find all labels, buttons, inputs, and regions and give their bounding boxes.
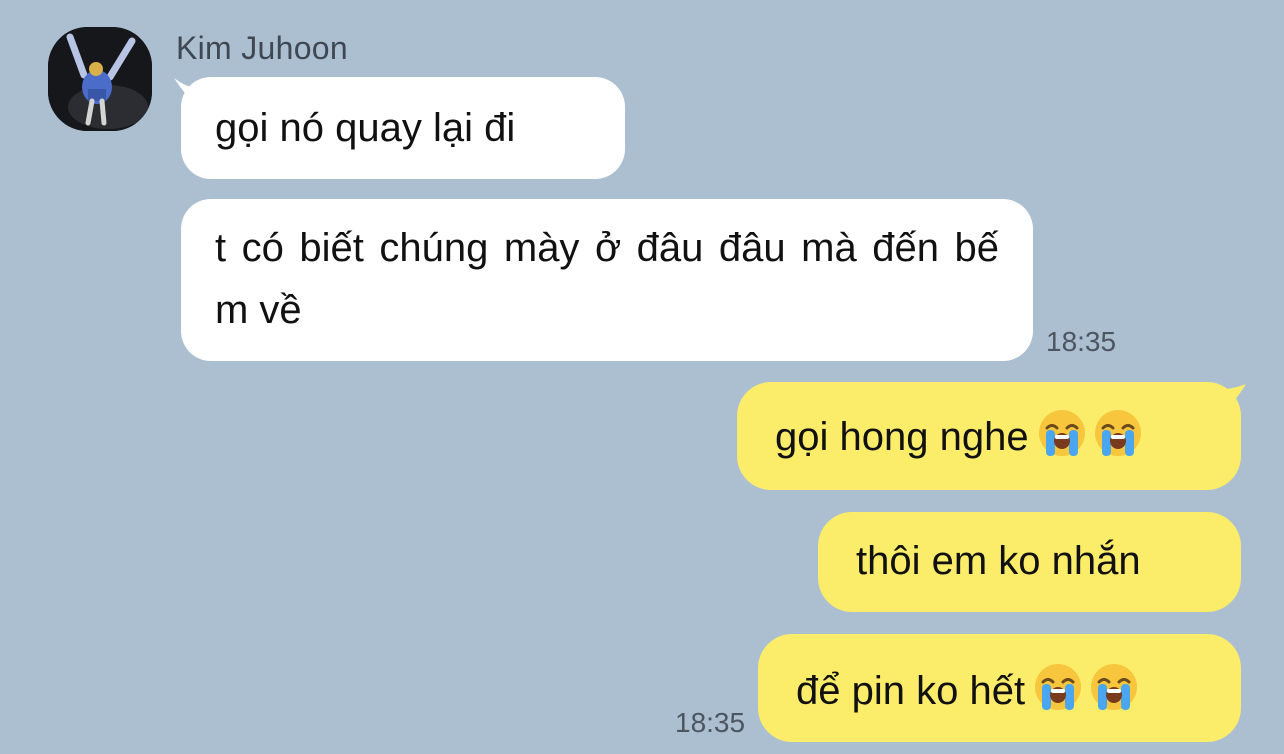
message-bubble-outgoing[interactable]: gọi hong nghe bbox=[737, 382, 1241, 490]
loudly-crying-face-icon bbox=[1038, 410, 1085, 456]
message-text: thôi em ko nhắn bbox=[856, 539, 1141, 583]
message-timestamp: 18:35 bbox=[1046, 326, 1117, 357]
message-bubble-outgoing[interactable]: thôi em ko nhắn bbox=[818, 512, 1241, 612]
person-photo-icon bbox=[48, 27, 152, 131]
message-text: để pin ko hết bbox=[796, 669, 1026, 713]
loudly-crying-face-icon bbox=[1094, 410, 1141, 456]
loudly-crying-face-icon bbox=[1035, 664, 1082, 710]
message-bubble-incoming[interactable]: gọi nó quay lại đi bbox=[181, 77, 625, 179]
message-bubble-incoming[interactable]: t có biết chúng mày ở đâu đâu mà đến bế … bbox=[181, 199, 1033, 361]
loudly-crying-face-icon bbox=[1091, 664, 1138, 710]
message-timestamp: 18:35 bbox=[675, 707, 746, 738]
sender-name: Kim Juhoon bbox=[176, 30, 348, 66]
message-bubble-outgoing[interactable]: để pin ko hết bbox=[758, 634, 1241, 742]
contact-avatar[interactable] bbox=[48, 27, 152, 131]
message-text: t có biết chúng mày ở đâu đâu mà đến bế … bbox=[215, 226, 999, 332]
message-text: gọi nó quay lại đi bbox=[215, 106, 516, 150]
message-text: gọi hong nghe bbox=[775, 415, 1029, 459]
chat-window: Kim Juhoon gọi nó quay lại đi t có biết … bbox=[0, 0, 1284, 754]
